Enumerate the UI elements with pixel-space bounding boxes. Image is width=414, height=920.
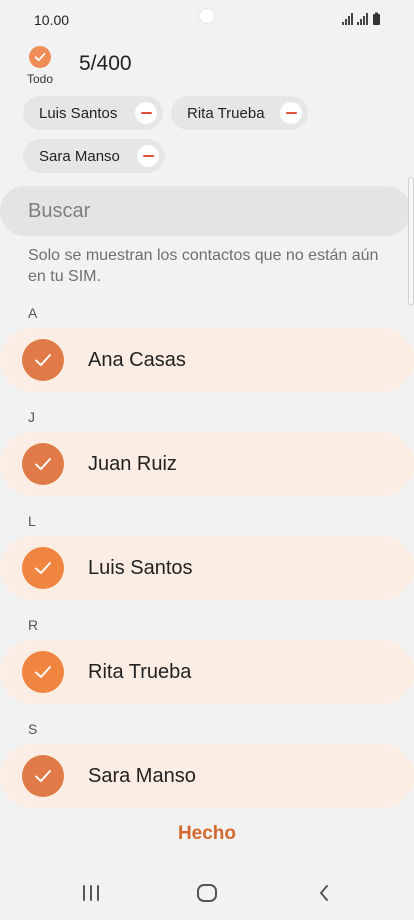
contact-name: Sara Manso xyxy=(88,765,196,787)
contact-row-sara-manso[interactable]: Sara Manso xyxy=(0,744,414,808)
remove-chip-icon[interactable] xyxy=(135,102,157,124)
contact-name: Juan Ruiz xyxy=(88,453,177,475)
contact-row-rita-trueba[interactable]: Rita Trueba xyxy=(0,640,414,704)
search-input[interactable] xyxy=(28,200,388,223)
contact-name: Rita Trueba xyxy=(88,661,192,683)
chip-luis-santos: Luis Santos xyxy=(23,96,163,130)
contact-row-luis-santos[interactable]: Luis Santos xyxy=(0,536,414,600)
chip-label: Rita Trueba xyxy=(187,104,265,122)
done-button[interactable]: Hecho xyxy=(157,822,257,846)
contact-row-ana-casas[interactable]: Ana Casas xyxy=(0,328,414,392)
section-header: A xyxy=(28,305,38,321)
checkbox-checked-icon[interactable] xyxy=(22,755,64,797)
contact-name: Ana Casas xyxy=(88,349,186,371)
remove-chip-icon[interactable] xyxy=(280,102,302,124)
section-header: S xyxy=(28,721,38,737)
chip-label: Sara Manso xyxy=(39,147,120,165)
status-time: 10.00 xyxy=(34,12,70,28)
checkbox-checked-icon[interactable] xyxy=(22,547,64,589)
checkbox-checked-icon[interactable] xyxy=(22,651,64,693)
checkbox-checked-icon[interactable] xyxy=(22,339,64,381)
front-camera-cutout xyxy=(199,8,215,24)
contact-row-juan-ruiz[interactable]: Juan Ruiz xyxy=(0,432,414,496)
select-all-toggle[interactable]: Todo xyxy=(24,46,56,86)
sim-notice: Solo se muestran los contactos que no es… xyxy=(28,247,379,285)
section-header: J xyxy=(28,409,35,425)
signal-2-icon xyxy=(357,13,368,25)
status-bar: 10.00 xyxy=(0,0,414,40)
contact-name: Luis Santos xyxy=(88,557,193,579)
select-all-check-icon xyxy=(29,46,51,68)
battery-icon xyxy=(373,12,380,25)
recents-icon[interactable] xyxy=(76,881,106,905)
search-bar[interactable] xyxy=(0,186,411,236)
navigation-bar xyxy=(0,866,414,920)
chip-sara-manso: Sara Manso xyxy=(23,139,165,173)
section-header: L xyxy=(28,513,36,529)
back-icon[interactable] xyxy=(309,881,339,905)
remove-chip-icon[interactable] xyxy=(137,145,159,167)
signal-icon xyxy=(342,13,353,25)
selected-count: 5/400 xyxy=(79,52,132,75)
chip-label: Luis Santos xyxy=(39,104,118,122)
select-all-label: Todo xyxy=(26,72,54,86)
status-icons xyxy=(342,12,380,25)
scrollbar[interactable] xyxy=(408,177,414,305)
chip-rita-trueba: Rita Trueba xyxy=(171,96,308,130)
section-header: R xyxy=(28,617,39,633)
checkbox-checked-icon[interactable] xyxy=(22,443,64,485)
home-icon[interactable] xyxy=(192,881,222,905)
